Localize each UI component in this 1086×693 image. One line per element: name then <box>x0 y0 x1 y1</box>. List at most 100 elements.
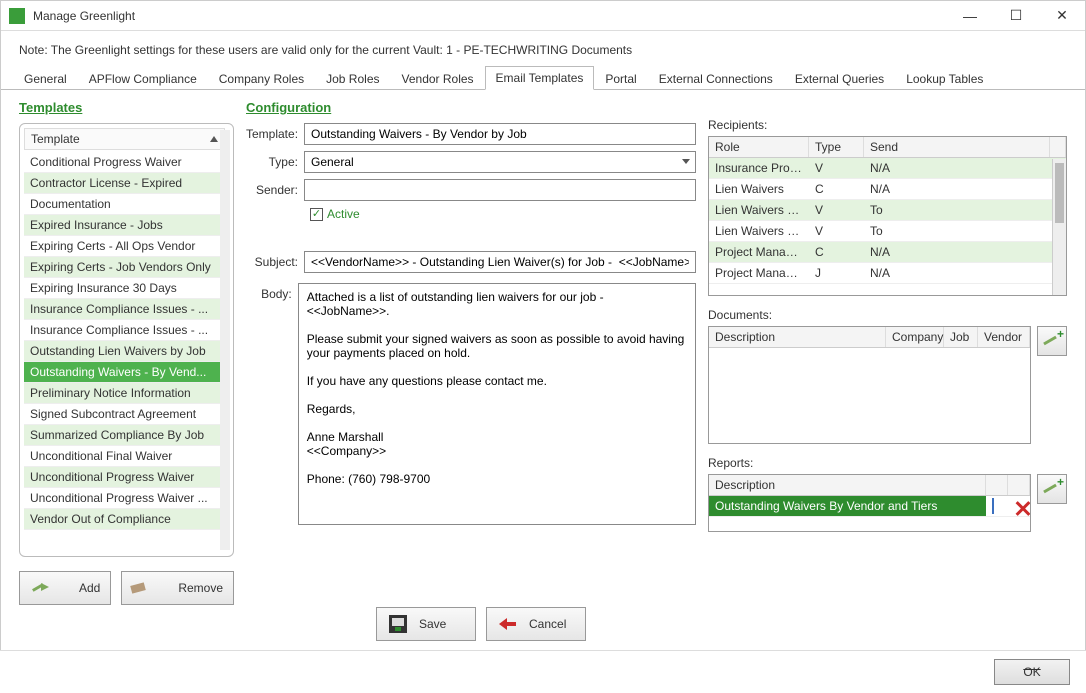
recipient-type: C <box>809 242 864 262</box>
add-report-button[interactable] <box>1037 474 1067 504</box>
tab-job-roles[interactable]: Job Roles <box>315 67 390 90</box>
recipient-send: To <box>864 200 1050 220</box>
recipient-send: N/A <box>864 158 1050 178</box>
template-item[interactable]: Expiring Insurance 30 Days <box>24 278 225 299</box>
type-label: Type: <box>246 155 304 169</box>
tab-strip: GeneralAPFlow ComplianceCompany RolesJob… <box>1 65 1085 90</box>
recipient-role: Lien Waivers - Tier <box>709 221 809 241</box>
save-button-label: Save <box>419 617 446 631</box>
tab-vendor-roles[interactable]: Vendor Roles <box>391 67 485 90</box>
template-item[interactable]: Contractor License - Expired <box>24 173 225 194</box>
recipients-grid: Role Type Send Insurance Proces...VN/ALi… <box>708 136 1067 296</box>
recipient-type: V <box>809 221 864 241</box>
template-item[interactable]: Unconditional Progress Waiver ... <box>24 488 225 509</box>
templates-list-header-label: Template <box>31 132 80 146</box>
template-item[interactable]: Outstanding Lien Waivers by Job <box>24 341 225 362</box>
templates-list-header[interactable]: Template <box>24 128 225 150</box>
documents-col-company[interactable]: Company <box>886 327 944 347</box>
tab-external-queries[interactable]: External Queries <box>784 67 895 90</box>
minimize-button[interactable]: — <box>947 1 993 31</box>
save-button[interactable]: Save <box>376 607 476 641</box>
recipient-row[interactable]: Insurance Proces...VN/A <box>709 158 1066 179</box>
type-select[interactable] <box>304 151 696 173</box>
template-item[interactable]: Outstanding Waivers - By Vend... <box>24 362 225 383</box>
subject-input[interactable] <box>304 251 696 273</box>
add-document-button[interactable] <box>1037 326 1067 356</box>
template-item[interactable]: Documentation <box>24 194 225 215</box>
tab-apflow-compliance[interactable]: APFlow Compliance <box>78 67 208 90</box>
ok-button[interactable]: OK <box>994 659 1070 685</box>
maximize-button[interactable]: ☐ <box>993 1 1039 31</box>
recipients-label: Recipients: <box>708 118 1067 132</box>
pencil-plus-icon <box>1038 475 1066 503</box>
tab-lookup-tables[interactable]: Lookup Tables <box>895 67 994 90</box>
template-item[interactable]: Insurance Compliance Issues - ... <box>24 320 225 341</box>
templates-section-title: Templates <box>19 100 234 115</box>
templates-scrollbar[interactable] <box>220 130 230 550</box>
template-item[interactable]: Preliminary Notice Information <box>24 383 225 404</box>
close-button[interactable]: ✕ <box>1039 1 1085 31</box>
template-item[interactable]: Conditional Progress Waiver <box>24 152 225 173</box>
recipient-send: N/A <box>864 263 1050 283</box>
sender-label: Sender: <box>246 183 304 197</box>
documents-col-job[interactable]: Job <box>944 327 978 347</box>
template-item[interactable]: Insurance Compliance Issues - ... <box>24 299 225 320</box>
template-item[interactable]: Unconditional Progress Waiver <box>24 467 225 488</box>
template-item[interactable]: Summarized Compliance By Job <box>24 425 225 446</box>
template-item[interactable]: Expired Insurance - Jobs <box>24 215 225 236</box>
template-item[interactable]: Expiring Certs - All Ops Vendor <box>24 236 225 257</box>
pencil-icon <box>31 581 49 595</box>
reports-col-description[interactable]: Description <box>709 475 986 495</box>
vault-note: Note: The Greenlight settings for these … <box>1 31 1085 65</box>
window-title: Manage Greenlight <box>33 9 135 23</box>
recipient-row[interactable]: Lien Waivers - TierVTo <box>709 221 1066 242</box>
recipient-row[interactable]: Lien Waivers - Pri...VTo <box>709 200 1066 221</box>
sort-asc-icon <box>210 136 218 142</box>
recipients-scrollbar[interactable] <box>1052 159 1066 295</box>
reports-grid: Description Outstanding Waivers By Vendo… <box>708 474 1031 532</box>
recipient-role: Project Manager <box>709 263 809 283</box>
remove-template-button[interactable]: Remove <box>121 571 234 605</box>
tab-external-connections[interactable]: External Connections <box>648 67 784 90</box>
body-textarea[interactable] <box>298 283 696 525</box>
recipients-col-send[interactable]: Send <box>864 137 1050 157</box>
recipient-send: N/A <box>864 179 1050 199</box>
template-item[interactable]: Expiring Certs - Job Vendors Only <box>24 257 225 278</box>
recipient-role: Project Manager <box>709 242 809 262</box>
eraser-icon <box>130 581 148 595</box>
disk-icon <box>389 615 407 633</box>
recipient-type: J <box>809 263 864 283</box>
tab-email-templates[interactable]: Email Templates <box>485 66 595 90</box>
recipient-type: C <box>809 179 864 199</box>
active-checkbox[interactable] <box>310 208 323 221</box>
recipient-row[interactable]: Lien WaiversCN/A <box>709 179 1066 200</box>
recipient-row[interactable]: Project ManagerJN/A <box>709 263 1066 284</box>
template-input[interactable] <box>304 123 696 145</box>
titlebar: Manage Greenlight — ☐ ✕ <box>1 1 1085 31</box>
template-item[interactable]: Signed Subcontract Agreement <box>24 404 225 425</box>
documents-col-vendor[interactable]: Vendor <box>978 327 1030 347</box>
add-template-button[interactable]: Add <box>19 571 111 605</box>
report-row[interactable]: Outstanding Waivers By Vendor and Tiers <box>709 496 1030 517</box>
tab-portal[interactable]: Portal <box>594 67 647 90</box>
cancel-button-label: Cancel <box>529 617 566 631</box>
recipient-role: Lien Waivers - Pri... <box>709 200 809 220</box>
templates-listbox: Template Conditional Progress WaiverCont… <box>19 123 234 557</box>
cancel-arrow-icon <box>499 617 517 631</box>
recipients-col-role[interactable]: Role <box>709 137 809 157</box>
report-doc-icon[interactable] <box>992 498 994 514</box>
tab-general[interactable]: General <box>13 67 78 90</box>
recipient-row[interactable]: Project ManagerCN/A <box>709 242 1066 263</box>
configuration-section-title: Configuration <box>246 100 696 115</box>
sender-input[interactable] <box>304 179 696 201</box>
documents-col-description[interactable]: Description <box>709 327 886 347</box>
cancel-button[interactable]: Cancel <box>486 607 586 641</box>
ok-button-label: OK <box>1023 665 1040 679</box>
add-button-label: Add <box>79 581 100 595</box>
recipient-role: Insurance Proces... <box>709 158 809 178</box>
recipients-col-type[interactable]: Type <box>809 137 864 157</box>
tab-company-roles[interactable]: Company Roles <box>208 67 315 90</box>
template-item[interactable]: Unconditional Final Waiver <box>24 446 225 467</box>
recipient-type: V <box>809 158 864 178</box>
template-item[interactable]: Vendor Out of Compliance <box>24 509 225 530</box>
